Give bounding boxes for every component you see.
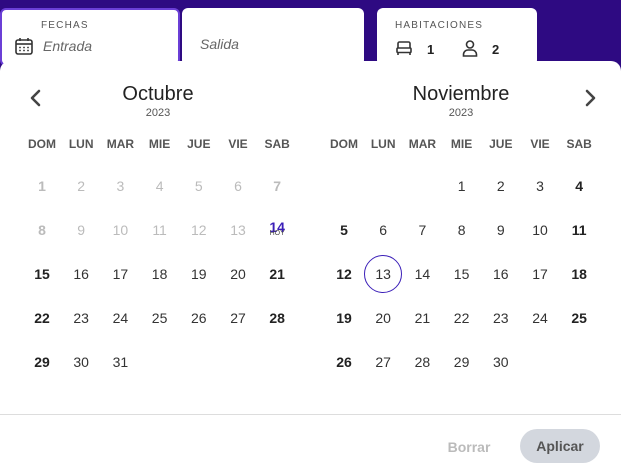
day-cell[interactable]: 19 bbox=[181, 256, 217, 292]
day-cell: 6 bbox=[234, 178, 242, 194]
day-cell: 11 bbox=[152, 222, 167, 238]
day-cell: 1 bbox=[38, 178, 46, 194]
weekday-header: MIE bbox=[148, 137, 171, 151]
day-cell[interactable]: 30 bbox=[483, 344, 519, 380]
day-cell[interactable]: 22 bbox=[24, 300, 60, 336]
day-cell[interactable]: 18 bbox=[142, 256, 178, 292]
day-cell[interactable]: 8 bbox=[444, 212, 480, 248]
day-cell: 10 bbox=[112, 222, 129, 238]
day-cell: 7 bbox=[273, 178, 282, 194]
day-cell[interactable]: 22 bbox=[444, 300, 480, 336]
weekday-header: VIE bbox=[530, 137, 550, 151]
checkin-input[interactable]: Entrada bbox=[43, 38, 92, 54]
day-cell[interactable]: 12 bbox=[326, 256, 362, 292]
day-cell[interactable]: 28 bbox=[404, 344, 440, 380]
calendar-icon bbox=[15, 38, 33, 55]
weekday-header: MAR bbox=[106, 137, 135, 151]
day-cell[interactable]: 25 bbox=[142, 300, 178, 336]
rooms-label: HABITACIONES bbox=[395, 20, 484, 31]
day-cell: 13 bbox=[230, 222, 246, 238]
day-cell[interactable]: 3 bbox=[522, 168, 558, 204]
person-icon bbox=[462, 40, 478, 57]
dates-label: FECHAS bbox=[41, 20, 89, 31]
day-cell[interactable]: 5 bbox=[326, 212, 362, 248]
weekday-header: JUE bbox=[187, 137, 211, 151]
month-year: 2023 bbox=[145, 107, 171, 119]
day-cell[interactable]: 14 bbox=[404, 256, 440, 292]
day-cell[interactable]: 10 bbox=[522, 212, 558, 248]
footer-divider bbox=[0, 414, 621, 415]
day-cell[interactable]: 31 bbox=[102, 344, 138, 380]
weekday-header: JUE bbox=[489, 137, 513, 151]
day-cell[interactable]: 25 bbox=[561, 300, 597, 336]
checkout-input[interactable]: Salida bbox=[200, 36, 239, 52]
weekday-header: MIE bbox=[450, 137, 473, 151]
month-name: Noviembre bbox=[412, 83, 510, 105]
guests-count: 2 bbox=[492, 42, 500, 57]
day-cell[interactable]: 15 bbox=[444, 256, 480, 292]
day-cell[interactable]: 18 bbox=[561, 256, 597, 292]
day-cell[interactable]: 23 bbox=[63, 300, 99, 336]
day-cell: 9 bbox=[77, 222, 86, 238]
day-cell-today[interactable]: 14 HOY bbox=[259, 212, 295, 248]
weekday-header: SAB bbox=[264, 137, 290, 151]
day-cell[interactable]: 2 bbox=[483, 168, 519, 204]
day-cell[interactable]: 26 bbox=[181, 300, 217, 336]
day-cell: 4 bbox=[155, 178, 164, 194]
day-cell-selected[interactable]: 13 bbox=[364, 255, 403, 293]
day-cell[interactable]: 16 bbox=[63, 256, 99, 292]
date-picker-panel: Octubre 2023 Noviembre 2023 DOM LUN MAR MIE… bbox=[0, 61, 621, 467]
month-header-0: Octubre 2023 bbox=[32, 83, 284, 119]
day-cell[interactable]: 27 bbox=[220, 300, 256, 336]
clear-button[interactable]: Borrar bbox=[436, 431, 502, 463]
apply-button[interactable]: Aplicar bbox=[520, 429, 600, 463]
weekday-header: DOM bbox=[28, 137, 56, 151]
weekday-header: MAR bbox=[408, 137, 437, 151]
month-name: Octubre bbox=[122, 83, 194, 105]
day-cell[interactable]: 15 bbox=[24, 256, 60, 292]
day-cell[interactable]: 24 bbox=[522, 300, 558, 336]
day-cell[interactable]: 9 bbox=[483, 212, 519, 248]
day-cell: 8 bbox=[38, 222, 46, 238]
day-cell[interactable]: 29 bbox=[24, 344, 60, 380]
day-cell[interactable]: 28 bbox=[259, 300, 295, 336]
day-cell: 3 bbox=[116, 178, 125, 194]
weekday-header: LUN bbox=[68, 137, 94, 151]
day-cell[interactable]: 11 bbox=[561, 212, 597, 248]
day-cell[interactable]: 20 bbox=[365, 300, 401, 336]
day-cell: 12 bbox=[191, 222, 207, 238]
day-cell: 5 bbox=[194, 178, 203, 194]
day-cell[interactable]: 29 bbox=[444, 344, 480, 380]
rooms-count: 1 bbox=[427, 42, 435, 57]
checkout-field[interactable]: Salida bbox=[182, 8, 364, 66]
day-cell: 2 bbox=[77, 178, 86, 194]
month-header-1: Noviembre 2023 bbox=[335, 83, 587, 119]
day-cell[interactable]: 21 bbox=[259, 256, 295, 292]
day-cell[interactable]: 7 bbox=[404, 212, 440, 248]
day-cell[interactable]: 24 bbox=[102, 300, 138, 336]
day-cell[interactable]: 20 bbox=[220, 256, 256, 292]
day-cell[interactable]: 30 bbox=[63, 344, 99, 380]
day-cell[interactable]: 4 bbox=[561, 168, 597, 204]
day-cell[interactable]: 27 bbox=[365, 344, 401, 380]
day-cell[interactable]: 1 bbox=[444, 168, 480, 204]
day-cell[interactable]: 23 bbox=[483, 300, 519, 336]
rooms-guests-field[interactable]: HABITACIONES 1 2 bbox=[377, 8, 537, 66]
search-bar: FECHAS Entrada Salida HABITACIONES 1 2 bbox=[0, 0, 621, 70]
month-year: 2023 bbox=[448, 107, 474, 119]
day-cell[interactable]: 19 bbox=[326, 300, 362, 336]
weekday-header: SAB bbox=[566, 137, 592, 151]
weekday-header: DOM bbox=[330, 137, 358, 151]
day-cell[interactable]: 6 bbox=[365, 212, 401, 248]
day-cell[interactable]: 17 bbox=[102, 256, 138, 292]
day-cell[interactable]: 17 bbox=[522, 256, 558, 292]
day-cell[interactable]: 26 bbox=[326, 344, 362, 380]
bed-icon bbox=[396, 41, 412, 55]
weekday-header: LUN bbox=[370, 137, 396, 151]
today-label: HOY bbox=[269, 230, 285, 237]
weekday-header: VIE bbox=[228, 137, 248, 151]
checkin-field[interactable]: FECHAS Entrada bbox=[0, 8, 180, 66]
day-cell[interactable]: 16 bbox=[483, 256, 519, 292]
day-cell[interactable]: 21 bbox=[404, 300, 440, 336]
